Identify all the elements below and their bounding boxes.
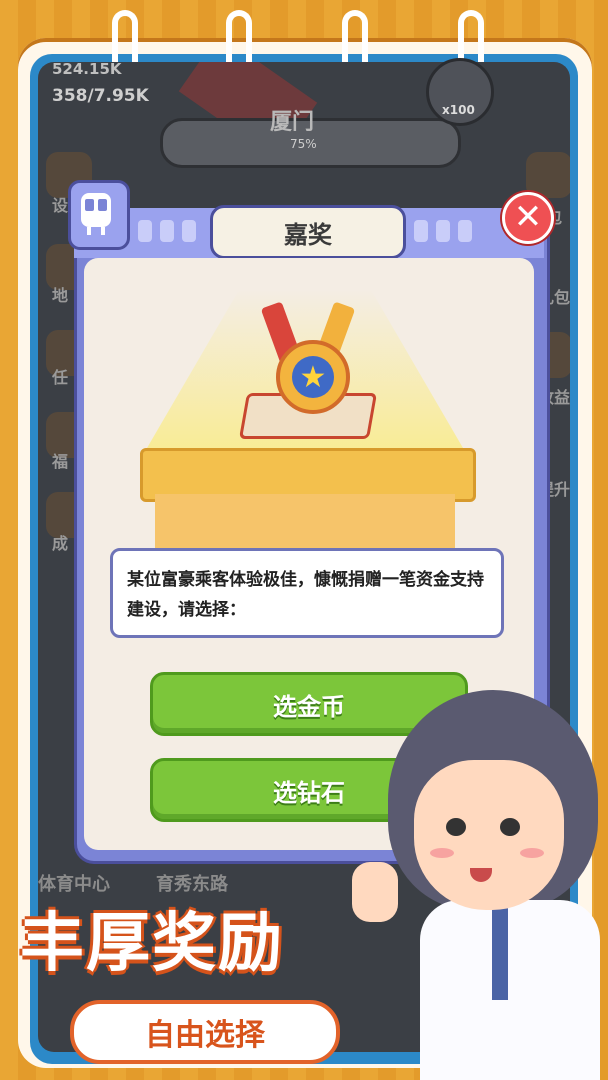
- medal-icon: ★: [276, 340, 350, 414]
- side-left-label-4: 福: [52, 452, 69, 471]
- star-icon: ★: [292, 356, 334, 398]
- header-decor: [458, 220, 472, 242]
- station-progress-text: 75%: [290, 137, 317, 151]
- gem-count: x100: [442, 103, 475, 117]
- promo-subtitle: 自由选择: [70, 1000, 340, 1064]
- header-decor: [436, 220, 450, 242]
- character-hand: [352, 862, 398, 922]
- close-icon[interactable]: ✕: [502, 192, 554, 244]
- promo-title: 丰厚奖励: [20, 907, 284, 981]
- character-body: [420, 900, 600, 1080]
- gift-icon[interactable]: [526, 152, 570, 198]
- header-decor: [160, 220, 174, 242]
- stat-top: 524.15K: [52, 62, 122, 78]
- binder-ring-2: [226, 10, 252, 68]
- train-icon: [68, 180, 130, 250]
- character-tie: [492, 905, 508, 1000]
- modal-title: 嘉奖: [210, 205, 406, 259]
- binder-ring-1: [112, 10, 138, 68]
- binder-ring-3: [342, 10, 368, 68]
- character-blush: [430, 848, 454, 858]
- reward-description: 某位富豪乘客体验极佳，慷慨捐赠一笔资金支持建设，请选择：: [110, 548, 504, 638]
- side-left-label-1: 设: [52, 196, 69, 215]
- header-decor: [414, 220, 428, 242]
- side-left-label-3: 任: [52, 368, 69, 387]
- character-eye-right: [500, 818, 520, 836]
- header-decor: [138, 220, 152, 242]
- header-decor: [182, 220, 196, 242]
- side-left-label-5: 成: [52, 534, 69, 553]
- character-blush: [520, 848, 544, 858]
- stat-main: 358/7.95K: [52, 86, 149, 106]
- character-face: [414, 760, 564, 910]
- pedestal-body: [155, 494, 455, 552]
- side-left-label-2: 地: [52, 286, 69, 305]
- character-eye-left: [446, 818, 466, 836]
- station-name: 厦门: [270, 110, 315, 135]
